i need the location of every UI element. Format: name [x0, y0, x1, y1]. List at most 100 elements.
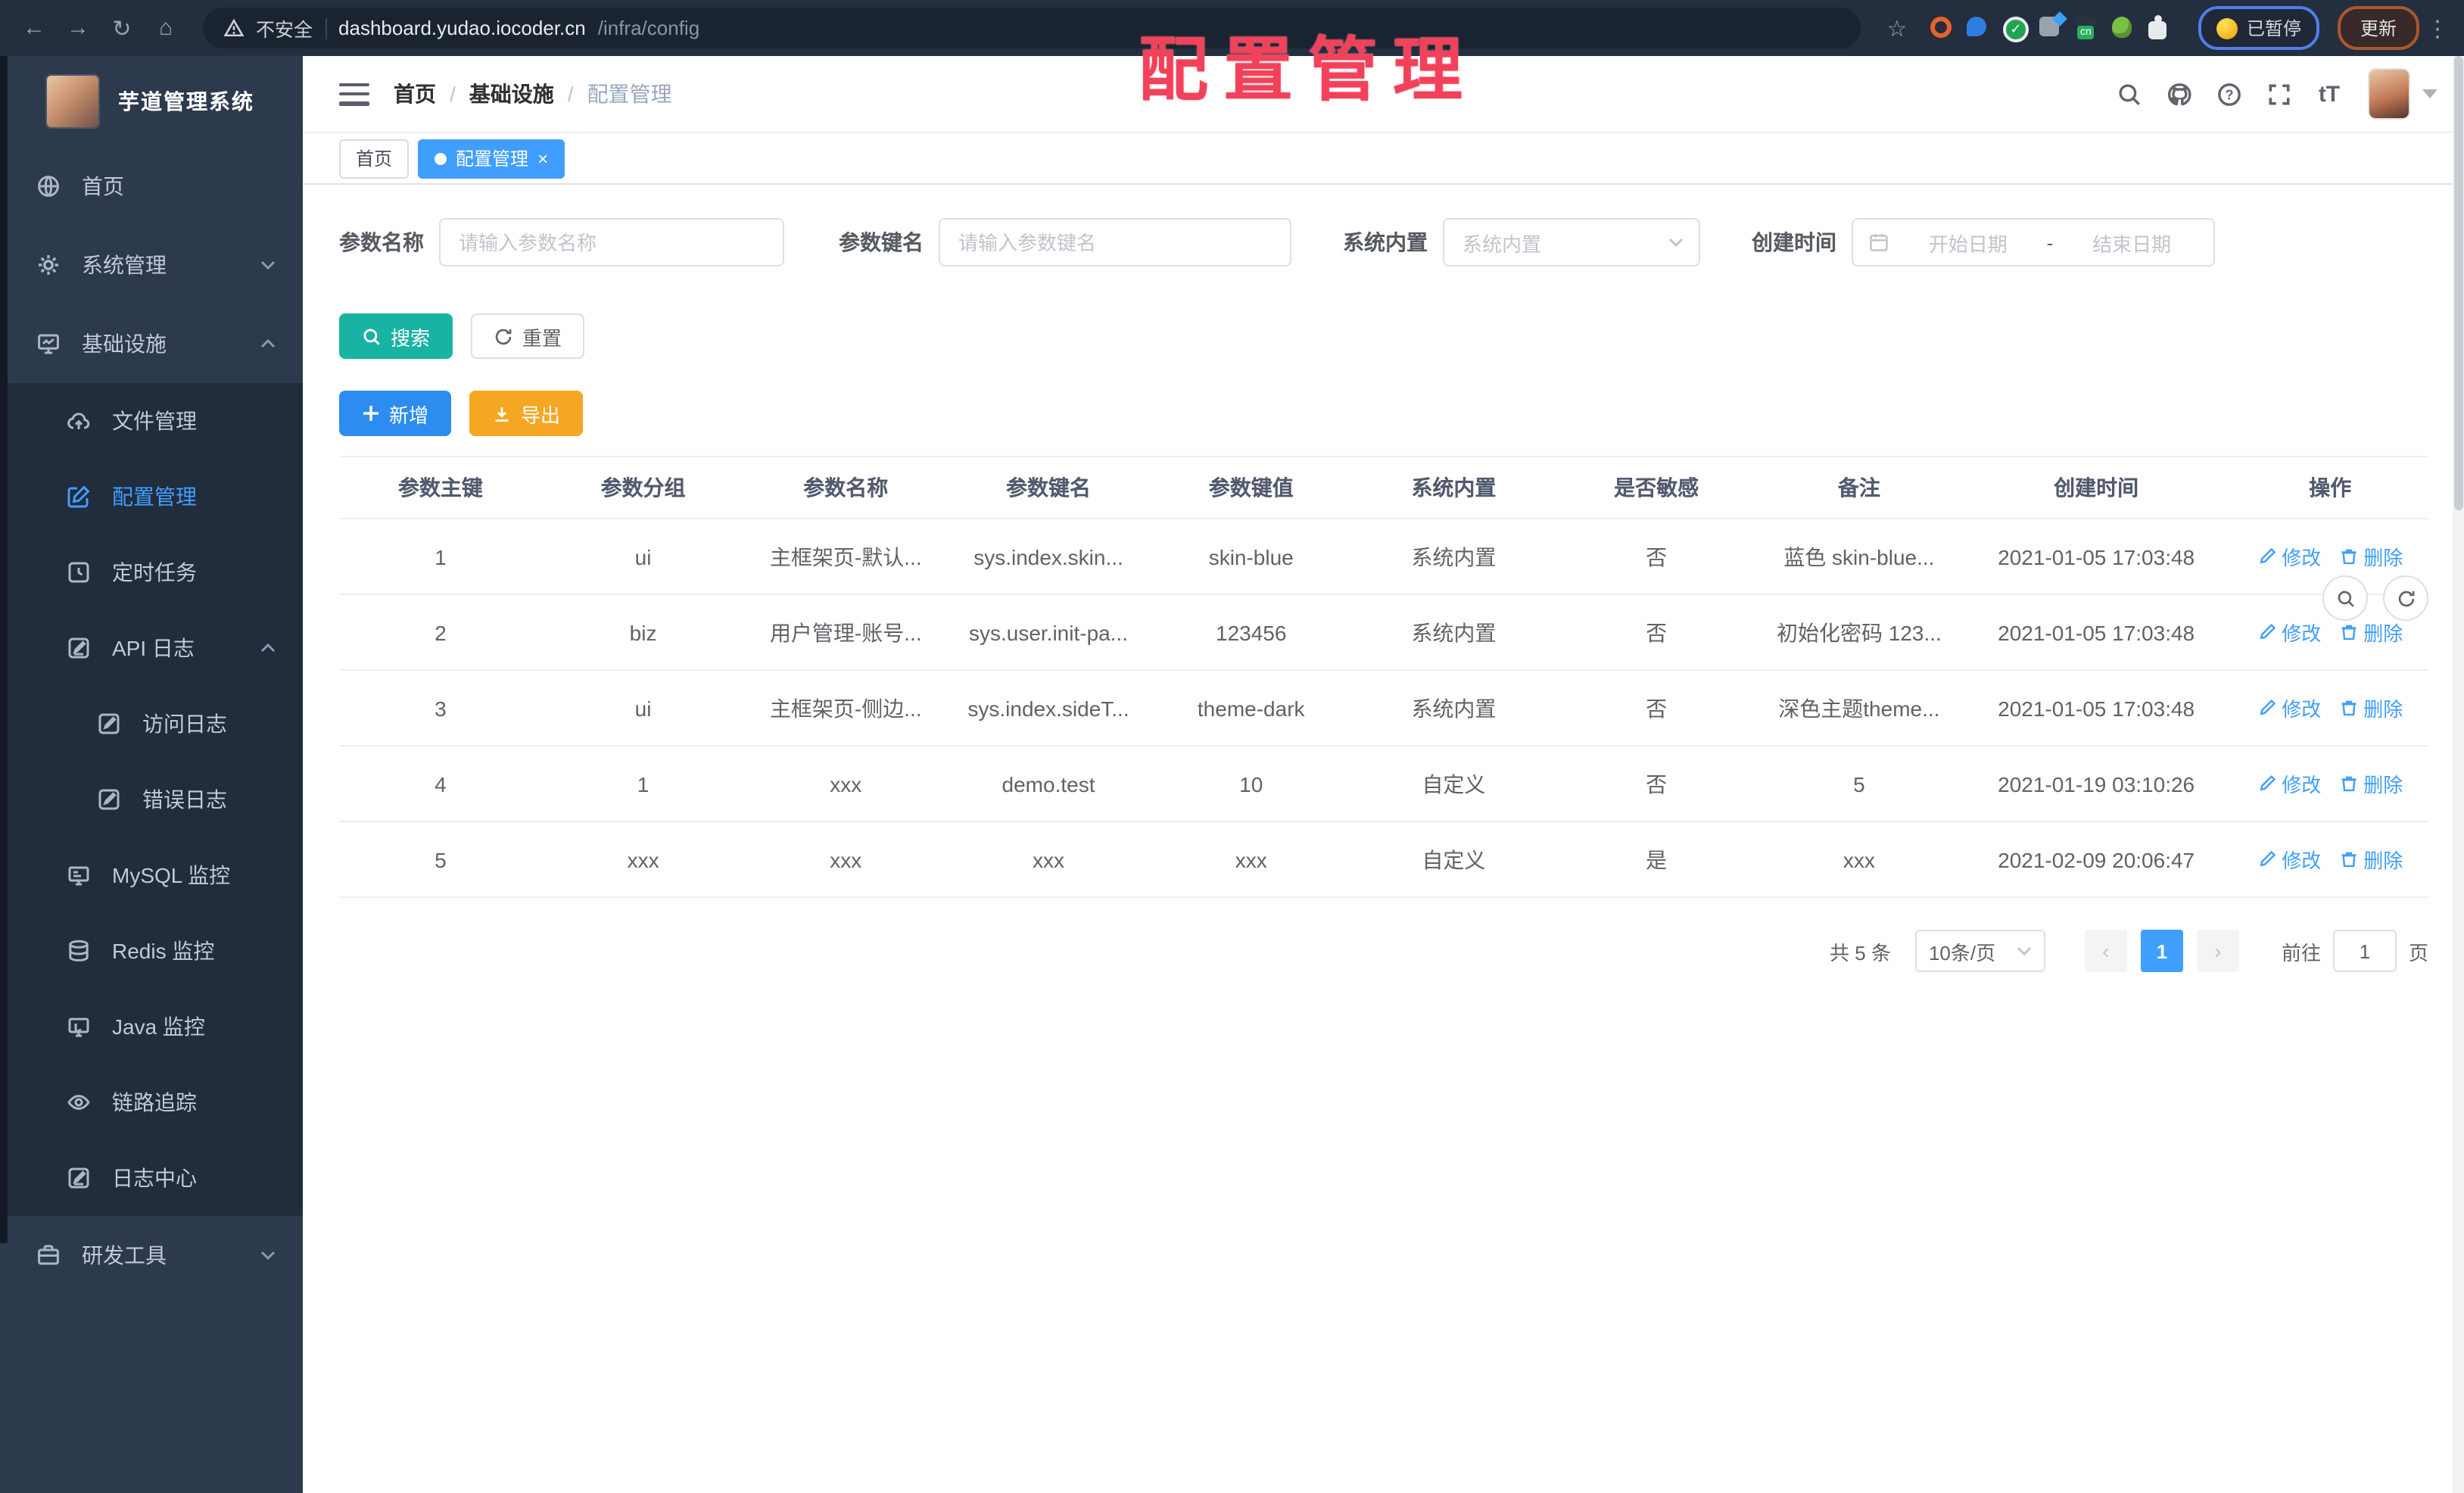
extension-grid-icon[interactable]	[2039, 17, 2062, 39]
sidebar-item-mysql-monitor[interactable]: MySQL 监控	[0, 837, 303, 913]
filter-actions: 搜索 重置	[339, 313, 2428, 359]
search-icon[interactable]	[2104, 56, 2154, 132]
extension-pin-icon[interactable]	[1966, 17, 1989, 39]
monitor-icon	[68, 866, 89, 886]
row-actions: 修改 删除	[2232, 821, 2428, 898]
extension-monkey-icon[interactable]	[2111, 17, 2135, 39]
toggle-search-button[interactable]	[2322, 575, 2368, 621]
edit-link[interactable]: 修改	[2257, 542, 2321, 571]
page-scrollbar[interactable]	[2453, 56, 2464, 1493]
refresh-table-button[interactable]	[2383, 575, 2428, 621]
bookmark-star-icon[interactable]: ☆	[1879, 14, 1915, 42]
fullscreen-icon[interactable]	[2254, 56, 2304, 132]
sidebar-item-access-log[interactable]: 访问日志	[0, 686, 303, 762]
scrollbar-thumb[interactable]	[2454, 56, 2463, 510]
browser-menu-icon[interactable]: ⋮	[2425, 14, 2450, 42]
hamburger-icon[interactable]	[339, 83, 369, 105]
avatar[interactable]	[2369, 70, 2409, 118]
sidebar-item-system[interactable]: 系统管理	[0, 226, 303, 304]
paused-badge[interactable]: 已暂停	[2198, 6, 2319, 50]
table-cell: 2021-02-09 20:06:47	[1960, 821, 2232, 898]
column-header: 备注	[1758, 457, 1961, 519]
reset-button[interactable]: 重置	[471, 313, 585, 359]
page-size-select[interactable]: 10条/页	[1914, 930, 2045, 972]
download-icon	[495, 407, 509, 421]
active-dot-icon	[435, 152, 447, 164]
start-date-placeholder: 开始日期	[1928, 232, 2008, 255]
table-cell: 2021-01-05 17:03:48	[1960, 594, 2232, 671]
table-row: 3 ui 主框架页-侧边... sys.index.sideT... theme-dar…	[339, 670, 2428, 746]
sidebar-item-redis-monitor[interactable]: Redis 监控	[0, 913, 303, 989]
sidebar-item-log-center[interactable]: 日志中心	[0, 1140, 303, 1216]
browser-forward-button[interactable]: →	[59, 9, 97, 47]
extension-check-icon[interactable]: ✓	[2002, 17, 2029, 42]
sidebar-item-devtools[interactable]: 研发工具	[0, 1216, 303, 1295]
avatar-caret-icon[interactable]	[2422, 89, 2438, 98]
log-edit-icon	[68, 637, 89, 659]
sidebar-item-file-manage[interactable]: 文件管理	[0, 383, 303, 459]
emoji-face-icon	[2216, 17, 2238, 39]
delete-link[interactable]: 删除	[2339, 618, 2403, 647]
sidebar-item-trace[interactable]: 链路追踪	[0, 1064, 303, 1140]
param-key-input[interactable]	[939, 218, 1291, 266]
edit-link[interactable]: 修改	[2257, 769, 2321, 798]
delete-link[interactable]: 删除	[2339, 542, 2403, 571]
sidebar-item-api-log[interactable]: API 日志	[0, 610, 303, 686]
tab-config-manage[interactable]: 配置管理 ×	[418, 139, 565, 178]
export-button[interactable]: 导出	[469, 391, 584, 436]
table-cell: 否	[1555, 594, 1758, 671]
trash-icon	[2341, 776, 2357, 792]
close-icon[interactable]: ×	[537, 149, 548, 167]
date-range-picker[interactable]: 开始日期 - 结束日期	[1852, 218, 2215, 266]
font-size-icon[interactable]: tT	[2304, 56, 2354, 132]
goto-label: 前往	[2281, 941, 2321, 964]
browser-home-button[interactable]: ⌂	[147, 9, 185, 47]
security-label: 不安全	[256, 20, 313, 41]
table-cell: 蓝色 skin-blue...	[1758, 519, 1961, 595]
extension-cn-icon[interactable]	[2075, 17, 2098, 39]
add-button[interactable]: 新增	[339, 391, 452, 436]
edit-link[interactable]: 修改	[2257, 618, 2321, 647]
github-icon[interactable]	[2154, 56, 2204, 132]
sidebar-item-config-manage[interactable]: 配置管理	[0, 459, 303, 535]
delete-link[interactable]: 删除	[2339, 769, 2403, 798]
builtin-select[interactable]: 系统内置	[1443, 218, 1700, 266]
next-page-button[interactable]: ›	[2196, 930, 2239, 972]
extension-orange-icon[interactable]	[1930, 17, 1953, 39]
prev-page-button[interactable]: ‹	[2084, 930, 2127, 972]
table-cell: 1	[339, 519, 542, 595]
delete-link[interactable]: 删除	[2339, 845, 2403, 874]
address-bar[interactable]: 不安全 dashboard.yudao.iocoder.cn/infra/con…	[203, 8, 1861, 48]
sidebar-item-java-monitor[interactable]: Java 监控	[0, 989, 303, 1064]
edit-link[interactable]: 修改	[2257, 694, 2321, 722]
delete-link[interactable]: 删除	[2339, 694, 2403, 722]
omnibox-divider	[325, 17, 327, 39]
sidebar-item-label: Java 监控	[112, 1015, 205, 1039]
trash-icon	[2341, 852, 2357, 868]
chevron-down-icon	[2017, 946, 2031, 955]
breadcrumb-infra[interactable]: 基础设施	[469, 79, 554, 109]
extensions-puzzle-icon[interactable]	[2148, 17, 2171, 39]
sidebar-item-label: API 日志	[112, 636, 195, 660]
param-name-input[interactable]	[439, 218, 784, 266]
table-cell: 主框架页-默认...	[744, 519, 948, 595]
table-cell: 2021-01-05 17:03:48	[1960, 670, 2232, 746]
current-page-button[interactable]: 1	[2140, 930, 2183, 972]
edit-link[interactable]: 修改	[2257, 845, 2321, 874]
sidebar-item-home[interactable]: 首页	[0, 147, 303, 226]
tab-home[interactable]: 首页	[339, 139, 410, 178]
browser-back-button[interactable]: ←	[15, 9, 53, 47]
briefcase-icon	[38, 1245, 59, 1265]
warning-icon	[224, 18, 244, 37]
update-button[interactable]: 更新	[2337, 6, 2419, 50]
table-cell: 初始化密码 123...	[1758, 594, 1961, 671]
browser-reload-button[interactable]: ↻	[103, 9, 141, 47]
breadcrumb-home[interactable]: 首页	[394, 79, 436, 109]
help-icon[interactable]: ?	[2204, 56, 2254, 132]
sidebar-item-job[interactable]: 定时任务	[0, 535, 303, 610]
search-button[interactable]: 搜索	[339, 313, 453, 359]
sidebar-item-error-log[interactable]: 错误日志	[0, 762, 303, 837]
sidebar-item-infra[interactable]: 基础设施	[0, 304, 303, 383]
pencil-icon	[2260, 623, 2276, 640]
goto-page-input[interactable]	[2332, 930, 2397, 972]
